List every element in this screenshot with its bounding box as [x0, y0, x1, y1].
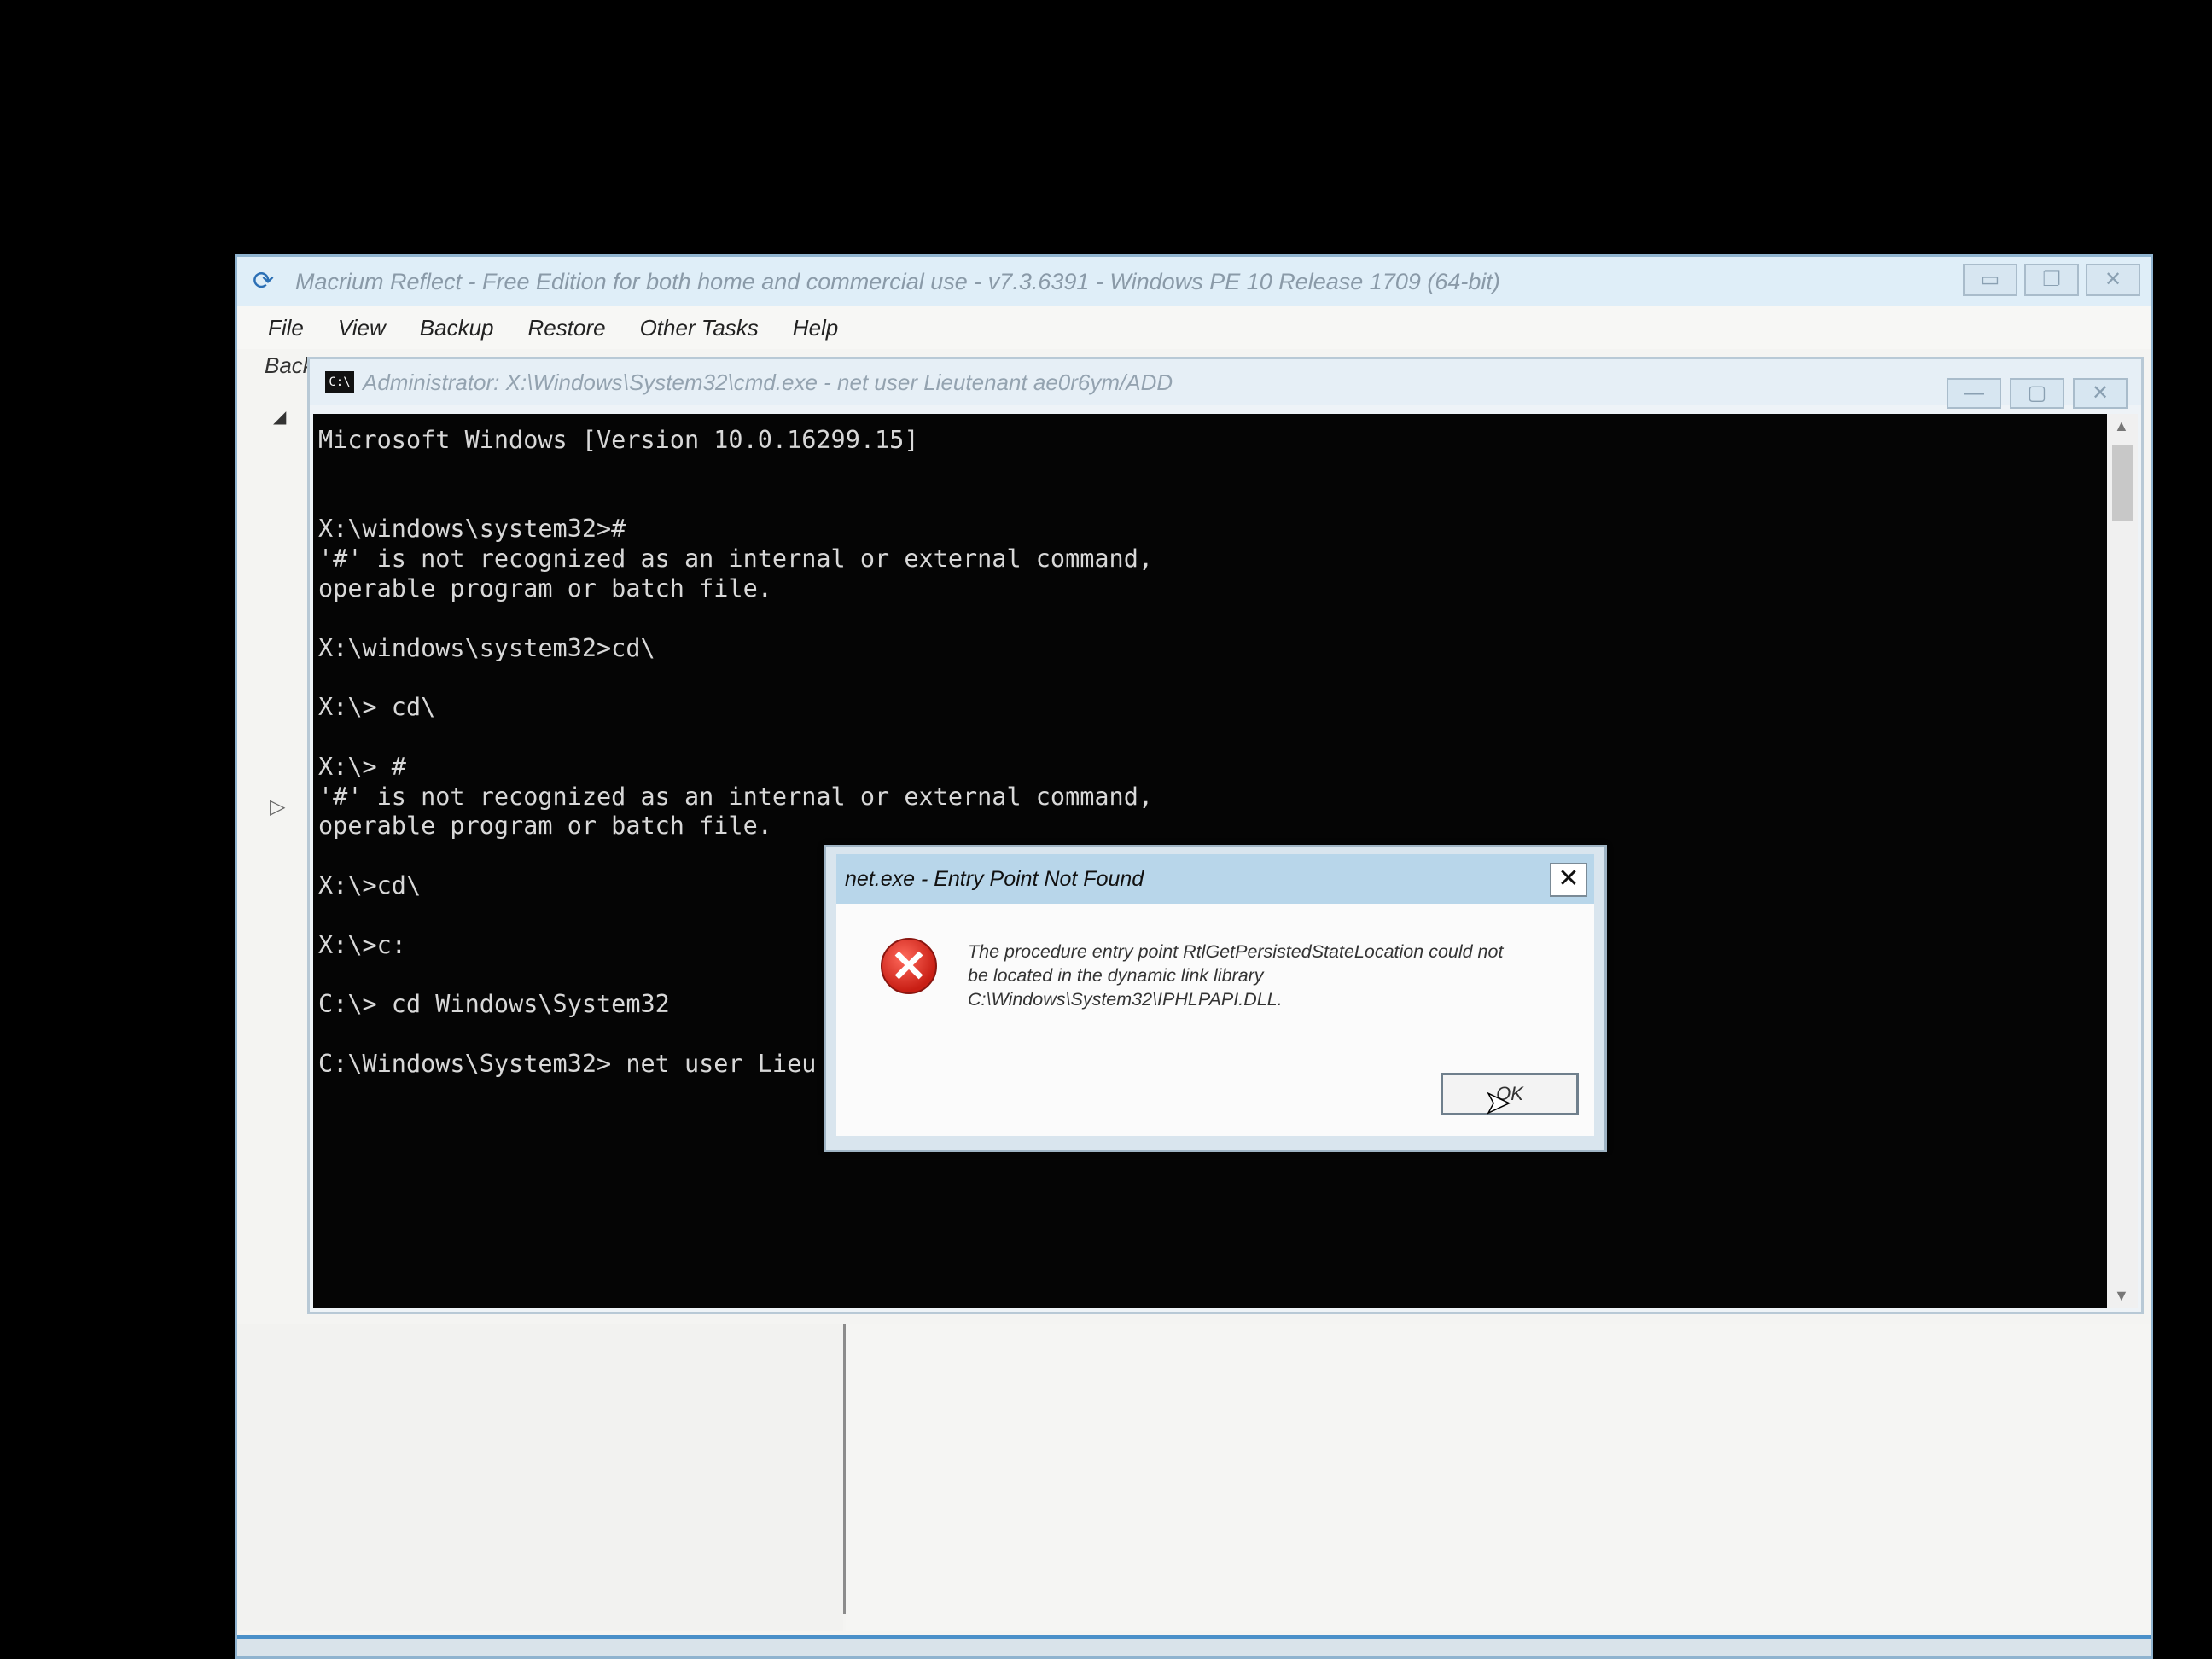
menu-file[interactable]: File — [268, 315, 304, 341]
dialog-message-line: be located in the dynamic link library — [968, 965, 1264, 986]
close-button[interactable]: ✕ — [2086, 264, 2140, 296]
console-line: X:\> # — [318, 752, 406, 781]
tree-expand-arrow-icon[interactable]: ▷ — [270, 795, 285, 819]
scroll-down-arrow-icon[interactable]: ▼ — [2114, 1287, 2129, 1305]
error-dialog: net.exe - Entry Point Not Found ✕ ✕ The … — [824, 845, 1607, 1152]
main-titlebar[interactable]: ⟳ Macrium Reflect - Free Edition for bot… — [237, 257, 2151, 306]
console-line: '#' is not recognized as an internal or … — [318, 544, 1154, 573]
scroll-up-arrow-icon[interactable]: ▲ — [2114, 417, 2129, 435]
cmd-titlebar[interactable]: C:\ Administrator: X:\Windows\System32\c… — [310, 359, 2141, 409]
dialog-body: ✕ The procedure entry point RtlGetPersis… — [836, 904, 1594, 1136]
console-line: '#' is not recognized as an internal or … — [318, 782, 1154, 811]
backup-tab-label[interactable]: Back — [237, 349, 314, 383]
console-scrollbar[interactable]: ▲ ▼ — [2107, 414, 2138, 1308]
error-icon: ✕ — [881, 938, 937, 994]
taskbar — [237, 1635, 2151, 1656]
menu-restore[interactable]: Restore — [528, 315, 606, 341]
dialog-message-line: C:\Windows\System32\IPHLPAPI.DLL. — [968, 989, 1283, 1010]
scroll-thumb[interactable] — [2112, 445, 2133, 521]
console-line: X:\> cd\ — [318, 693, 436, 722]
console-line: Microsoft Windows [Version 10.0.16299.15… — [318, 426, 919, 454]
main-window-title: Macrium Reflect - Free Edition for both … — [295, 268, 1500, 294]
cmd-window-title: Administrator: X:\Windows\System32\cmd.e… — [363, 369, 1173, 395]
cmd-maximize-button[interactable]: ▢ — [2010, 378, 2064, 409]
mouse-cursor-icon: ➤ — [1484, 1084, 1511, 1121]
console-line: X:\windows\system32># — [318, 515, 626, 544]
macrium-app-icon: ⟳ — [253, 267, 275, 295]
console-line: X:\windows\system32>cd\ — [318, 633, 655, 662]
menu-view[interactable]: View — [338, 315, 386, 341]
cmd-close-button[interactable]: ✕ — [2073, 378, 2128, 409]
menu-help[interactable]: Help — [793, 315, 838, 341]
cmd-minimize-button[interactable]: — — [1947, 378, 2001, 409]
cmd-window: C:\ Administrator: X:\Windows\System32\c… — [307, 357, 2144, 1314]
menu-backup[interactable]: Backup — [420, 315, 494, 341]
console-line: operable program or batch file. — [318, 812, 772, 841]
lower-right-pane — [846, 1324, 2151, 1631]
tree-collapse-arrow-icon[interactable]: ◢ — [273, 406, 286, 428]
dialog-message: The procedure entry point RtlGetPersiste… — [968, 940, 1574, 1011]
menu-other-tasks[interactable]: Other Tasks — [640, 315, 759, 341]
lower-left-pane — [237, 1324, 843, 1631]
restore-button[interactable]: ❐ — [2024, 264, 2079, 296]
minimize-button[interactable]: ▭ — [1963, 264, 2017, 296]
menu-bar: File View Backup Restore Other Tasks Hel… — [237, 306, 2151, 349]
cmd-app-icon: C:\ — [325, 371, 354, 393]
dialog-title: net.exe - Entry Point Not Found — [845, 866, 1144, 891]
main-window-controls: ▭ ❐ ✕ — [1963, 264, 2140, 296]
console-line: operable program or batch file. — [318, 573, 772, 602]
dialog-message-line: The procedure entry point RtlGetPersiste… — [968, 941, 1504, 962]
cmd-window-controls: — ▢ ✕ — [1947, 378, 2128, 409]
dialog-close-button[interactable]: ✕ — [1550, 863, 1587, 897]
dialog-titlebar[interactable]: net.exe - Entry Point Not Found ✕ — [836, 854, 1594, 904]
